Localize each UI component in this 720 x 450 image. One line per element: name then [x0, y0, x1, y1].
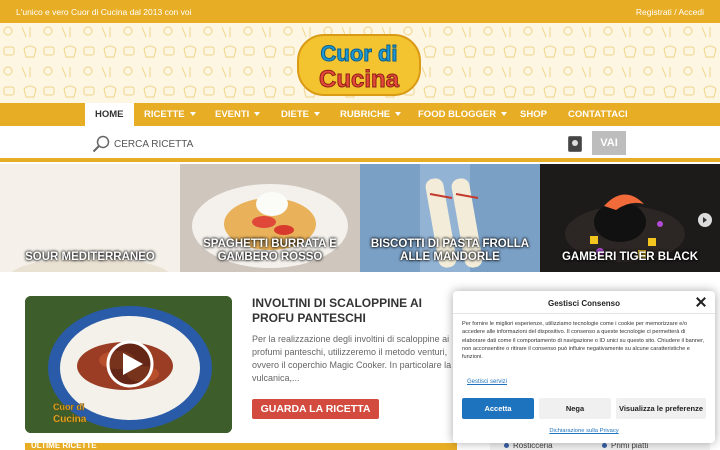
search-input[interactable] [114, 134, 554, 154]
nav-item-home[interactable]: HOME [85, 103, 134, 126]
bullet-icon [602, 443, 607, 449]
privacy-policy-link[interactable]: Dichiarazione sulla Privacy [453, 428, 715, 434]
nav-item-shop[interactable]: SHOP [520, 103, 547, 126]
chevron-down-icon [395, 112, 402, 117]
search-submit-button[interactable]: VAI [592, 131, 626, 155]
main-nav: HOME RICETTE EVENTI DIETE RUBRICHE FOOD … [0, 103, 720, 126]
latest-recipes-heading: ULTIME RICETTE [31, 441, 97, 450]
watermark-line1: Cuor di [53, 402, 85, 412]
slide-caption: GAMBERI TIGER BLACK [561, 251, 699, 263]
slide-caption: SPAGHETTI BURRATA E GAMBERO ROSSO [203, 238, 337, 263]
slide-biscotti-frolla[interactable]: BISCOTTI DI PASTA FROLLA ALLE MANDORLE [360, 164, 540, 272]
chevron-down-icon [501, 112, 508, 117]
nav-item-ricette[interactable]: RICETTE [144, 103, 196, 126]
logo-line2: Cucina [319, 66, 400, 93]
manage-services-link[interactable]: Gestisci servizi [467, 379, 507, 385]
search-bar: VAI [0, 126, 720, 162]
slide-spaghetti-burrata[interactable]: SPAGHETTI BURRATA E GAMBERO ROSSO [180, 164, 360, 272]
consent-title: Gestisci Consenso [547, 299, 621, 308]
top-bar: L'unico e vero Cuor di Cucina dal 2013 c… [0, 0, 720, 23]
watermark-line2: Cucina [53, 414, 87, 425]
cookie-consent-dialog: Gestisci Consenso Per fornire le miglior… [453, 291, 715, 443]
nav-item-food-blogger[interactable]: FOOD BLOGGER [418, 103, 508, 126]
slide-caption: SOUR MEDITERRANEO [25, 251, 155, 263]
slide-caption: BISCOTTI DI PASTA FROLLA ALLE MANDORLE [370, 238, 530, 263]
slider-next-arrow[interactable] [698, 213, 712, 227]
featured-excerpt: Per la realizzazione degli involtini di … [252, 334, 452, 383]
login-link[interactable]: Accedi [678, 7, 704, 17]
logo-line1: Cuor di [321, 41, 398, 66]
deny-button[interactable]: Nega [539, 398, 611, 419]
consent-body: Per fornire le migliori esperienze, util… [462, 321, 705, 361]
view-recipe-button[interactable]: GUARDA LA RICETTA [252, 399, 379, 419]
site-logo[interactable]: Cuor di Cucina [284, 33, 434, 97]
accept-button[interactable]: Accetta [462, 398, 534, 419]
nav-item-eventi[interactable]: EVENTI [215, 103, 261, 126]
recipe-slider: SOUR MEDITERRANEO SPAGHETTI BURRATA E GA… [0, 164, 720, 272]
chevron-down-icon [254, 112, 261, 117]
bullet-icon [504, 443, 509, 449]
slide-gamberi-tiger[interactable]: GAMBERI TIGER BLACK [540, 164, 720, 272]
voice-search-icon[interactable] [568, 136, 582, 152]
search-icon [92, 135, 110, 153]
header-banner: Cuor di Cucina [0, 23, 720, 103]
divider [453, 313, 715, 314]
register-link[interactable]: Registrati [636, 7, 672, 17]
account-separator: / [674, 7, 677, 17]
tagline: L'unico e vero Cuor di Cucina dal 2013 c… [16, 7, 192, 17]
chevron-down-icon [313, 112, 320, 117]
view-preferences-button[interactable]: Visualizza le preferenze [616, 398, 706, 419]
account-links: Registrati / Accedi [636, 7, 704, 17]
nav-item-rubriche[interactable]: RUBRICHE [340, 103, 402, 126]
close-icon[interactable] [696, 297, 706, 307]
nav-item-diete[interactable]: DIETE [281, 103, 320, 126]
latest-recipes-bar: ULTIME RICETTE [25, 441, 457, 450]
nav-item-contattaci[interactable]: CONTATTACI [568, 103, 628, 126]
featured-video-thumbnail[interactable]: Cuor di Cucina [25, 296, 232, 433]
slide-sour-mediterraneo[interactable]: SOUR MEDITERRANEO [0, 164, 180, 272]
chevron-down-icon [189, 112, 196, 117]
featured-title[interactable]: INVOLTINI DI SCALOPPINE AI PROFU PANTESC… [252, 296, 457, 326]
